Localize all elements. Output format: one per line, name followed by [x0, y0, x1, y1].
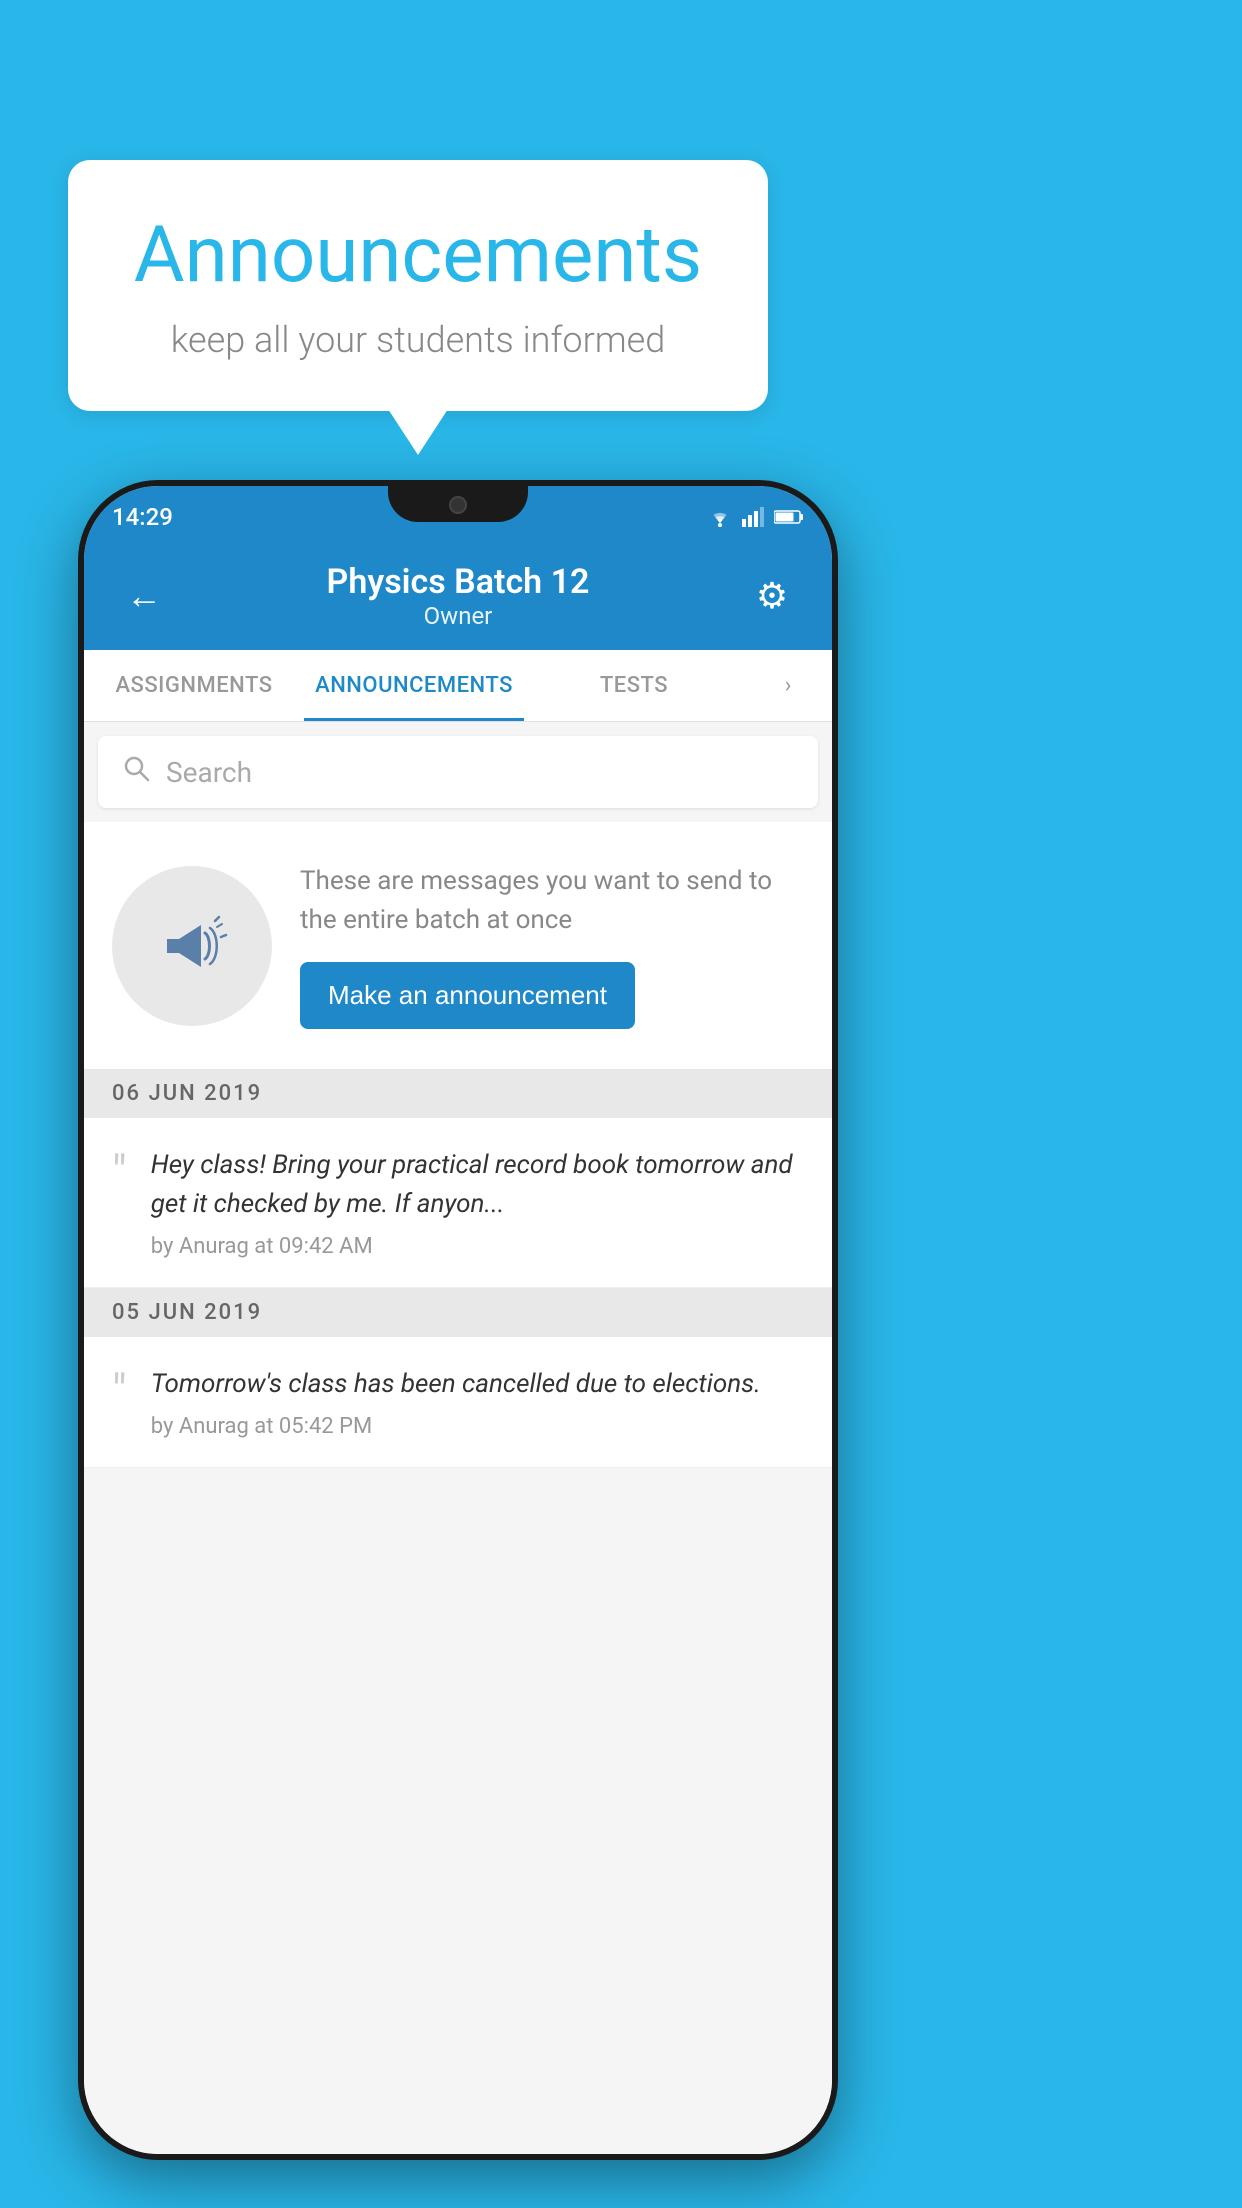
tab-bar: ASSIGNMENTS ANNOUNCEMENTS TESTS › — [84, 650, 832, 722]
bubble-title: Announcements — [128, 210, 708, 301]
search-bar[interactable]: Search — [98, 736, 818, 808]
phone-frame: 14:29 — [78, 480, 838, 2160]
tab-assignments[interactable]: ASSIGNMENTS — [84, 650, 304, 721]
make-announcement-button[interactable]: Make an announcement — [300, 962, 635, 1029]
bubble-subtitle: keep all your students informed — [128, 319, 708, 361]
signal-icon — [742, 507, 766, 527]
app-bar: ← Physics Batch 12 Owner ⚙ — [84, 542, 832, 650]
date-separator-june6: 06 JUN 2019 — [84, 1069, 832, 1118]
promo-right: These are messages you want to send to t… — [300, 862, 804, 1029]
date-separator-june5: 05 JUN 2019 — [84, 1288, 832, 1337]
speech-bubble-container: Announcements keep all your students inf… — [68, 160, 768, 411]
battery-icon — [774, 509, 804, 525]
app-bar-subtitle: Owner — [174, 602, 742, 630]
settings-icon[interactable]: ⚙ — [742, 575, 802, 617]
promo-icon-circle — [112, 866, 272, 1026]
announcement-item-1[interactable]: " Hey class! Bring your practical record… — [84, 1118, 832, 1288]
camera — [449, 496, 467, 514]
status-time: 14:29 — [112, 503, 173, 531]
announcement-meta-1: by Anurag at 09:42 AM — [151, 1234, 804, 1259]
content-area: Search — [84, 722, 832, 2154]
announcement-text-1: Hey class! Bring your practical record b… — [151, 1146, 804, 1224]
search-icon — [122, 754, 150, 790]
announcement-content-2: Tomorrow's class has been cancelled due … — [151, 1365, 804, 1439]
promo-description: These are messages you want to send to t… — [300, 862, 804, 940]
phone-notch — [388, 486, 528, 522]
search-placeholder-text: Search — [166, 756, 252, 789]
quote-icon-2: " — [112, 1369, 127, 1415]
wifi-icon — [706, 507, 734, 527]
megaphone-icon — [147, 901, 237, 991]
phone-screen: 14:29 — [84, 486, 832, 2154]
app-bar-title-group: Physics Batch 12 Owner — [174, 562, 742, 630]
tab-announcements[interactable]: ANNOUNCEMENTS — [304, 650, 524, 721]
back-button[interactable]: ← — [114, 575, 174, 617]
quote-icon-1: " — [112, 1150, 127, 1196]
promo-card: These are messages you want to send to t… — [84, 822, 832, 1069]
announcement-text-2: Tomorrow's class has been cancelled due … — [151, 1365, 804, 1404]
app-bar-title: Physics Batch 12 — [174, 562, 742, 602]
announcement-content-1: Hey class! Bring your practical record b… — [151, 1146, 804, 1259]
tab-more[interactable]: › — [744, 650, 832, 721]
announcement-meta-2: by Anurag at 05:42 PM — [151, 1414, 804, 1439]
speech-bubble: Announcements keep all your students inf… — [68, 160, 768, 411]
status-icons — [706, 507, 804, 527]
announcement-item-2[interactable]: " Tomorrow's class has been cancelled du… — [84, 1337, 832, 1468]
tab-tests[interactable]: TESTS — [524, 650, 744, 721]
